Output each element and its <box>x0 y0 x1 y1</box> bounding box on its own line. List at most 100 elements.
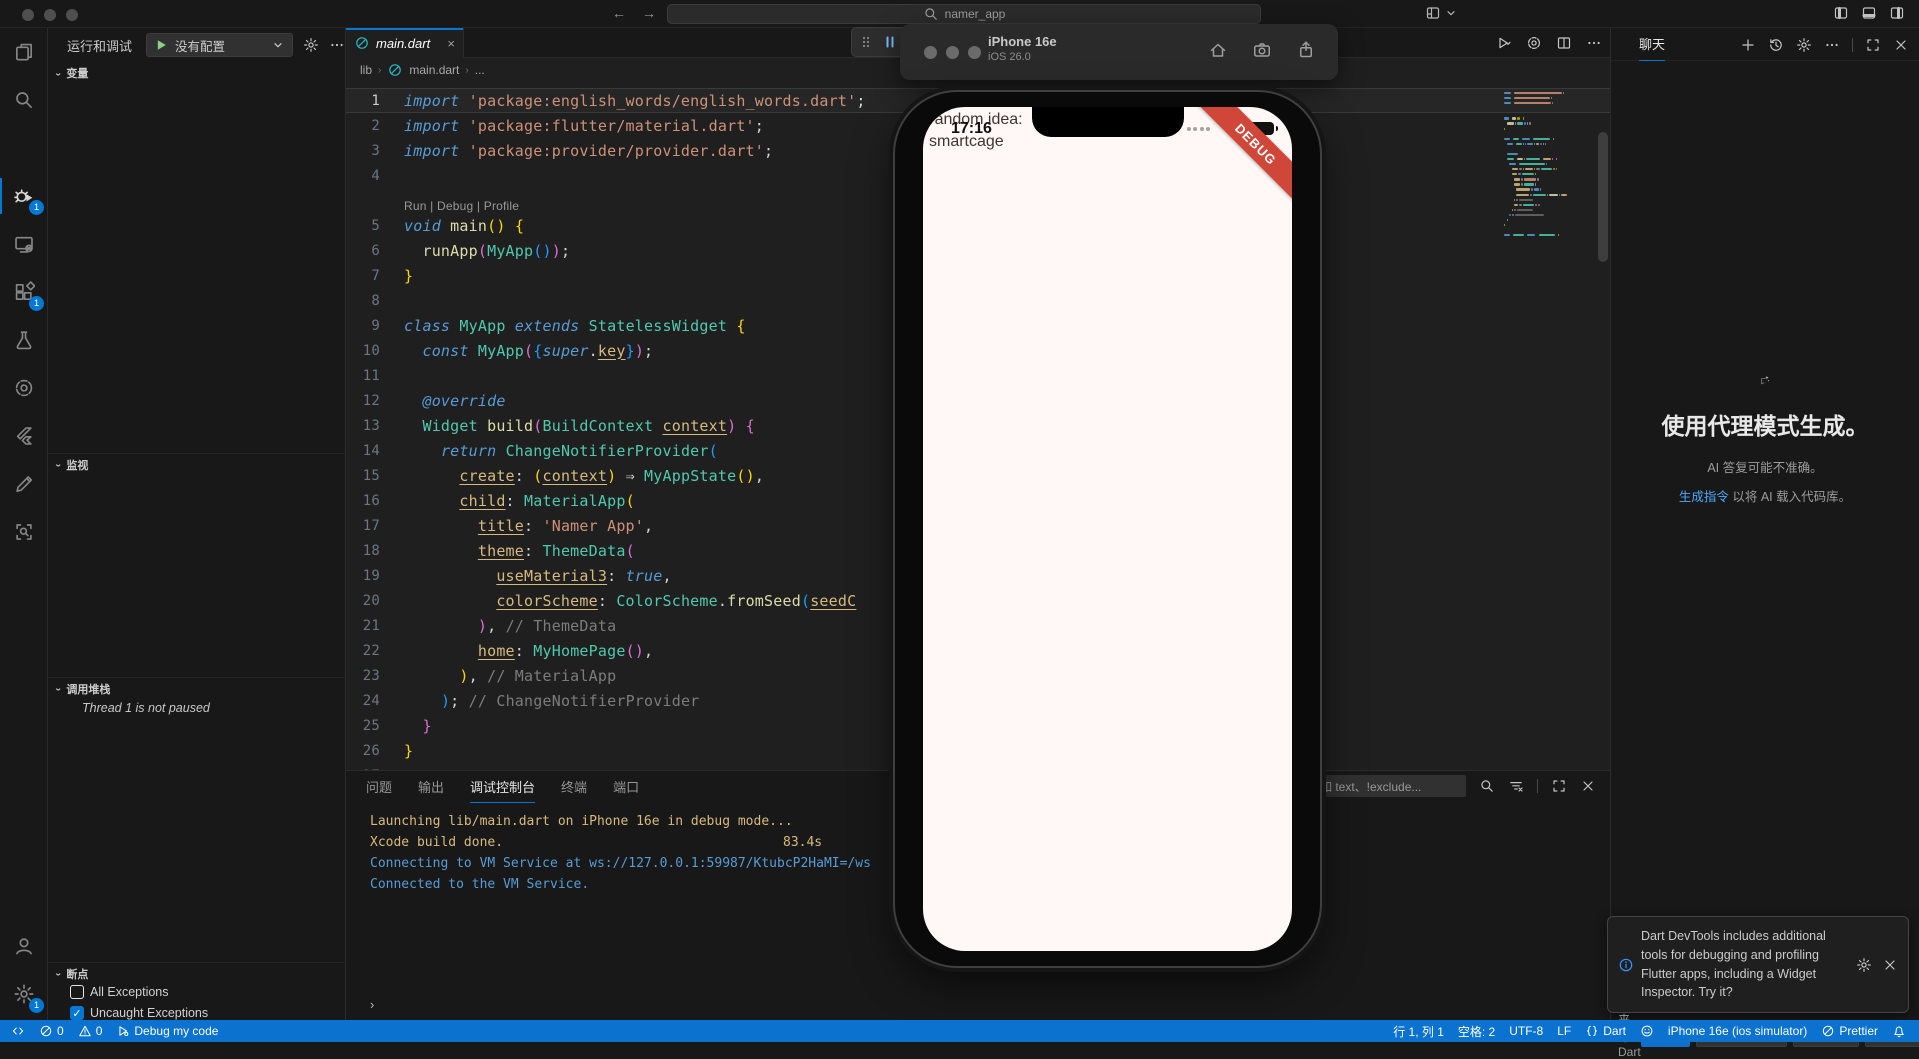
sim-window-dot[interactable] <box>946 46 959 59</box>
toggle-panel-icon[interactable] <box>1861 5 1877 21</box>
app-screen[interactable]: A random idea: smartcage 17:16 DEBUG <box>923 107 1292 951</box>
tab-chat[interactable]: 聊天 <box>1639 28 1666 61</box>
tab-close-icon[interactable]: × <box>447 36 455 51</box>
share-icon[interactable] <box>1296 40 1316 60</box>
gear-icon[interactable] <box>303 37 319 53</box>
section-breakpoints[interactable]: ⌄ 断点 <box>48 962 345 984</box>
panel-tab-输出[interactable]: 输出 <box>418 771 444 803</box>
new-chat-icon[interactable] <box>1740 37 1756 53</box>
breakpoint-item[interactable]: All Exceptions <box>70 985 169 999</box>
activity-item-settings[interactable]: 1 <box>0 970 48 1018</box>
statusbar-item-debug-my-code[interactable]: Debug my code <box>109 1020 225 1042</box>
split-editor-icon[interactable] <box>1556 35 1572 51</box>
search-icon[interactable] <box>1479 778 1495 794</box>
notification-message: Dart DevTools includes additional tools … <box>1641 929 1826 1000</box>
pause-icon[interactable] <box>882 34 898 50</box>
traffic-light-zoom[interactable] <box>66 9 78 21</box>
history-forward-button[interactable]: → <box>642 5 656 21</box>
clear-console-icon[interactable] <box>1508 778 1524 794</box>
statusbar-item-bell[interactable] <box>1885 1020 1913 1042</box>
gear-icon[interactable] <box>1796 37 1812 53</box>
sim-window-dot[interactable] <box>924 46 937 59</box>
statusbar-item-utf-8[interactable]: UTF-8 <box>1502 1020 1550 1042</box>
activity-item-explorer[interactable] <box>0 28 48 76</box>
chat-history-icon[interactable] <box>1768 37 1784 53</box>
notification-close-icon[interactable] <box>1882 927 1898 1002</box>
close-panel-icon[interactable] <box>1580 778 1596 794</box>
activity-item-testing[interactable] <box>0 316 48 364</box>
traffic-light-minimize[interactable] <box>44 9 56 21</box>
editor-scrollbar[interactable] <box>1598 132 1608 262</box>
checkbox-checked[interactable]: ✓ <box>70 1006 84 1020</box>
console-filter-input[interactable]: (例如 text、!exclude... <box>1298 775 1466 797</box>
activity-item-search-editor[interactable] <box>0 508 48 556</box>
breadcrumb-item[interactable]: ... <box>475 63 485 77</box>
activity-item-openai[interactable] <box>0 364 48 412</box>
statusbar-label: Debug my code <box>134 1024 219 1038</box>
section-variables[interactable]: ⌄ 变量 <box>48 62 345 84</box>
minimap-line <box>1504 168 1584 171</box>
notification-gear-icon[interactable] <box>1856 927 1872 1002</box>
minimap[interactable] <box>1504 92 1584 239</box>
breakpoint-item[interactable]: ✓ Uncaught Exceptions <box>70 1006 208 1020</box>
debug-toolbar[interactable] <box>851 27 907 57</box>
breadcrumb-item[interactable]: main.dart <box>409 63 459 77</box>
console-input-caret[interactable]: › <box>370 997 374 1012</box>
traffic-light-close[interactable] <box>22 9 34 21</box>
statusbar-item-iphone-16e-ios-simulator-[interactable]: iPhone 16e (ios simulator) <box>1661 1020 1814 1042</box>
activity-item-extensions[interactable]: 1 <box>0 268 48 316</box>
drag-grip-icon[interactable] <box>858 34 874 50</box>
minimap-line <box>1504 198 1584 201</box>
statusbar-item-0[interactable]: 0 <box>71 1020 110 1042</box>
statusbar-item-0[interactable]: 0 <box>32 1020 71 1042</box>
play-icon[interactable] <box>153 37 169 53</box>
line-number: 9 <box>371 317 380 334</box>
activity-item-remote-explorer[interactable] <box>0 220 48 268</box>
home-icon[interactable] <box>1208 40 1228 60</box>
debug-config-label: 没有配置 <box>175 39 226 54</box>
panel-tab-调试控制台[interactable]: 调试控制台 <box>470 771 536 803</box>
activity-item-account[interactable] <box>0 922 48 970</box>
checkbox-unchecked[interactable] <box>70 985 84 999</box>
section-call-stack[interactable]: ⌄ 调用堆栈 <box>48 677 345 699</box>
statusbar-item--1-1[interactable]: 行 1, 列 1 <box>1386 1020 1451 1042</box>
statusbar-item-dart[interactable]: Dart <box>1578 1020 1633 1042</box>
history-back-button[interactable]: ← <box>612 5 626 21</box>
debug-config-select[interactable]: 没有配置 <box>146 33 293 57</box>
line-number: 7 <box>371 267 380 284</box>
screenshot-icon[interactable] <box>1252 40 1272 60</box>
activity-item-debug[interactable]: 1 <box>0 172 48 220</box>
panel-tab-问题[interactable]: 问题 <box>366 771 392 803</box>
openai-icon[interactable] <box>1526 35 1542 51</box>
toggle-secondary-sidebar-icon[interactable] <box>1889 5 1905 21</box>
simulator-window-titlebar[interactable]: iPhone 16e iOS 26.0 <box>900 24 1338 80</box>
panel-tab-端口[interactable]: 端口 <box>613 771 639 803</box>
statusbar-item--2[interactable]: 空格: 2 <box>1451 1020 1502 1042</box>
more-actions-icon[interactable] <box>1586 35 1602 51</box>
activity-item-source-control[interactable] <box>0 124 48 172</box>
activity-item-flutter[interactable] <box>0 412 48 460</box>
generate-instructions-link[interactable]: 生成指令 <box>1679 490 1729 504</box>
iphone-simulator[interactable]: A random idea: smartcage 17:16 DEBUG <box>893 90 1322 968</box>
statusbar-item-remote[interactable] <box>4 1020 32 1042</box>
tab-main-dart[interactable]: main.dart × <box>346 28 464 58</box>
more-actions-icon[interactable] <box>1824 37 1840 53</box>
toggle-sidebar-icon[interactable] <box>1833 5 1849 21</box>
sim-window-dot[interactable] <box>968 46 981 59</box>
close-chat-icon[interactable] <box>1893 37 1909 53</box>
command-center-search[interactable]: namer_app <box>667 4 1261 24</box>
statusbar-item-feedback[interactable] <box>1633 1020 1661 1042</box>
activity-item-search[interactable] <box>0 76 48 124</box>
statusbar-item-lf[interactable]: LF <box>1550 1020 1578 1042</box>
section-watch[interactable]: ⌄ 监视 <box>48 453 345 475</box>
run-or-debug-icon[interactable] <box>1496 35 1512 51</box>
panel-tab-终端[interactable]: 终端 <box>561 771 587 803</box>
customize-layout-button[interactable] <box>1425 5 1459 21</box>
maximize-panel-icon[interactable] <box>1551 778 1567 794</box>
line-number: 18 <box>362 542 380 559</box>
breadcrumb-item[interactable]: lib <box>360 63 372 77</box>
maximize-chat-icon[interactable] <box>1865 37 1881 53</box>
activity-item-edit[interactable] <box>0 460 48 508</box>
statusbar-item-prettier[interactable]: Prettier <box>1814 1020 1885 1042</box>
more-actions-icon[interactable] <box>329 37 345 53</box>
